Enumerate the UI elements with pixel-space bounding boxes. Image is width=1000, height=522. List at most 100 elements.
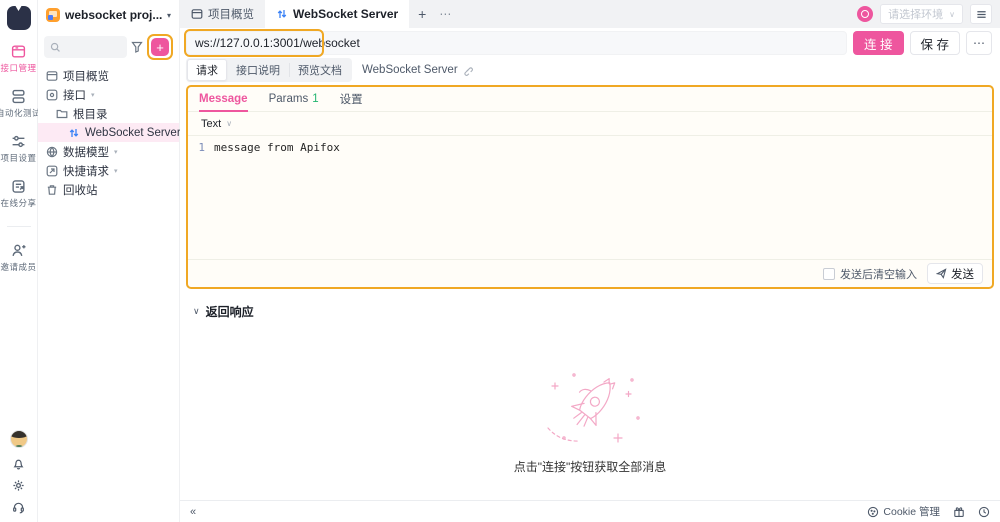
automation-test-icon	[11, 89, 26, 104]
layout-menu-button[interactable]	[970, 4, 992, 24]
notifications-bell-icon[interactable]	[12, 457, 25, 470]
tree-item-label: 回收站	[63, 184, 98, 197]
cookie-manager-button[interactable]: Cookie 管理	[867, 504, 940, 519]
message-type-select[interactable]: Text ∨	[188, 112, 992, 136]
online-share-icon	[11, 179, 26, 194]
url-toolbar: 连 接 保 存 ⋯	[180, 28, 1000, 58]
search-icon	[50, 42, 61, 53]
tree-item-project-overview[interactable]: 项目概览	[38, 66, 179, 85]
status-bar: « Cookie 管理	[180, 500, 1000, 522]
api-management-icon	[11, 44, 26, 59]
tab-overflow-button[interactable]: ⋯	[435, 0, 456, 28]
help-headset-icon[interactable]	[12, 501, 25, 514]
rail-item-label: 邀请成员	[0, 262, 37, 272]
environment-select[interactable]: 请选择环境 ∨	[880, 4, 963, 24]
rail-item-label: 项目设置	[0, 153, 37, 163]
tree-item-trash[interactable]: 回收站	[38, 180, 179, 199]
tree-item-quick-request[interactable]: 快捷请求 ▾	[38, 161, 179, 180]
view-tab-docs[interactable]: 接口说明	[227, 59, 289, 81]
rail-item-project-settings[interactable]: 项目设置	[0, 134, 36, 164]
url-input-wrap	[184, 29, 848, 57]
clear-after-send-option[interactable]: 发送后清空输入	[823, 266, 917, 282]
response-section-header[interactable]: ∨ 返回响应	[193, 303, 1000, 320]
project-settings-icon	[11, 134, 26, 149]
filter-icon[interactable]	[131, 41, 143, 53]
apifox-logo[interactable]	[6, 6, 31, 30]
tree-item-label: 快捷请求	[63, 165, 109, 178]
websocket-icon	[68, 127, 80, 139]
add-new-button[interactable]: +	[151, 38, 169, 56]
tab-label: Params	[268, 93, 309, 105]
rail-item-invite-member[interactable]: 邀请成员	[0, 243, 36, 273]
editor-content: message from Apifox	[214, 141, 340, 154]
clear-after-send-checkbox[interactable]	[823, 267, 835, 280]
caret-icon: ▾	[114, 148, 118, 156]
overview-icon	[46, 70, 58, 82]
tree-item-interfaces[interactable]: 接口 ▾	[38, 85, 179, 104]
cookie-icon	[867, 506, 879, 518]
tab-settings[interactable]: 设置	[340, 87, 363, 111]
tab-label: WebSocket Server	[293, 7, 399, 21]
tree-item-label: 项目概览	[63, 70, 109, 83]
view-tab-request[interactable]: 请求	[187, 59, 227, 81]
clear-after-send-label: 发送后清空输入	[840, 268, 917, 281]
tree-item-data-models[interactable]: 数据模型 ▾	[38, 142, 179, 161]
document-tabstrip: 项目概览 WebSocket Server + ⋯ 请选择环境 ∨	[180, 0, 1000, 28]
tab-message[interactable]: Message	[199, 87, 248, 112]
endpoint-name-row: WebSocket Server	[362, 64, 473, 76]
connect-button[interactable]: 连 接	[853, 31, 904, 55]
invite-member-icon	[11, 243, 26, 258]
websocket-url-input[interactable]	[186, 31, 848, 55]
request-view-tabs: 请求 接口说明 预览文档 WebSocket Server	[180, 58, 1000, 84]
message-editor[interactable]: 1 message from Apifox	[188, 136, 992, 155]
rail-item-label: 自动化测试	[0, 108, 42, 118]
overview-icon	[191, 8, 203, 20]
data-model-icon	[46, 146, 58, 158]
editor-empty-space[interactable]	[188, 155, 992, 259]
view-segmented-control: 请求 接口说明 预览文档	[186, 58, 352, 82]
rail-item-automation[interactable]: 自动化测试	[0, 89, 41, 119]
save-button[interactable]: 保 存	[909, 31, 960, 55]
settings-gear-icon[interactable]	[12, 479, 25, 492]
line-number: 1	[198, 141, 205, 154]
link-icon[interactable]	[462, 65, 473, 76]
project-name: websocket proj...	[65, 8, 162, 22]
tab-label: 项目概览	[208, 9, 254, 21]
main-area: 项目概览 WebSocket Server + ⋯ 请选择环境 ∨ ws://1…	[180, 0, 1000, 522]
interfaces-icon	[46, 89, 58, 101]
account-avatar[interactable]	[857, 6, 874, 22]
response-section-title: 返回响应	[205, 305, 254, 319]
tree-item-websocket-server[interactable]: WebSocket Server	[38, 123, 181, 142]
caret-icon: ▾	[114, 167, 118, 175]
tree-item-root-folder[interactable]: 根目录	[38, 104, 179, 123]
history-clock-icon[interactable]	[978, 506, 990, 518]
tree-item-label: WebSocket Server	[85, 126, 181, 139]
send-button[interactable]: 发送	[927, 263, 983, 284]
rail-item-online-share[interactable]: 在线分享	[0, 179, 36, 209]
icon-rail: 接口管理 自动化测试 项目设置 在线分享 邀请成员	[0, 0, 41, 522]
project-icon	[46, 8, 60, 22]
tab-label: Message	[199, 92, 248, 105]
view-tab-preview[interactable]: 预览文档	[289, 59, 351, 81]
folder-icon	[56, 108, 68, 120]
endpoint-name: WebSocket Server	[362, 64, 458, 76]
sidebar-collapse-icon[interactable]: «	[190, 506, 196, 518]
message-panel-annotated: Message Params 1 设置 Text ∨ 1 message fro…	[186, 85, 994, 289]
tree-item-label: 接口	[63, 89, 86, 102]
status-bar-right: Cookie 管理	[867, 504, 990, 519]
sidebar-panel: websocket proj... ▾ + 项目概览 接口 ▾ 根目录 WebS…	[38, 0, 181, 522]
tab-label: 设置	[339, 94, 363, 106]
more-actions-button[interactable]: ⋯	[966, 31, 992, 55]
tab-params[interactable]: Params 1	[269, 87, 319, 111]
rail-item-api-management[interactable]: 接口管理	[0, 44, 36, 74]
gift-icon[interactable]	[953, 506, 965, 518]
project-switcher[interactable]: websocket proj... ▾	[38, 5, 179, 25]
search-input[interactable]	[44, 36, 127, 58]
new-tab-button[interactable]: +	[409, 0, 435, 28]
send-label: 发送	[951, 268, 974, 281]
cookie-manager-label: Cookie 管理	[883, 506, 940, 518]
user-avatar[interactable]	[9, 430, 28, 448]
tab-project-overview[interactable]: 项目概览	[180, 0, 265, 28]
add-button-annotation: +	[147, 34, 173, 60]
tab-websocket-server[interactable]: WebSocket Server	[265, 0, 410, 28]
